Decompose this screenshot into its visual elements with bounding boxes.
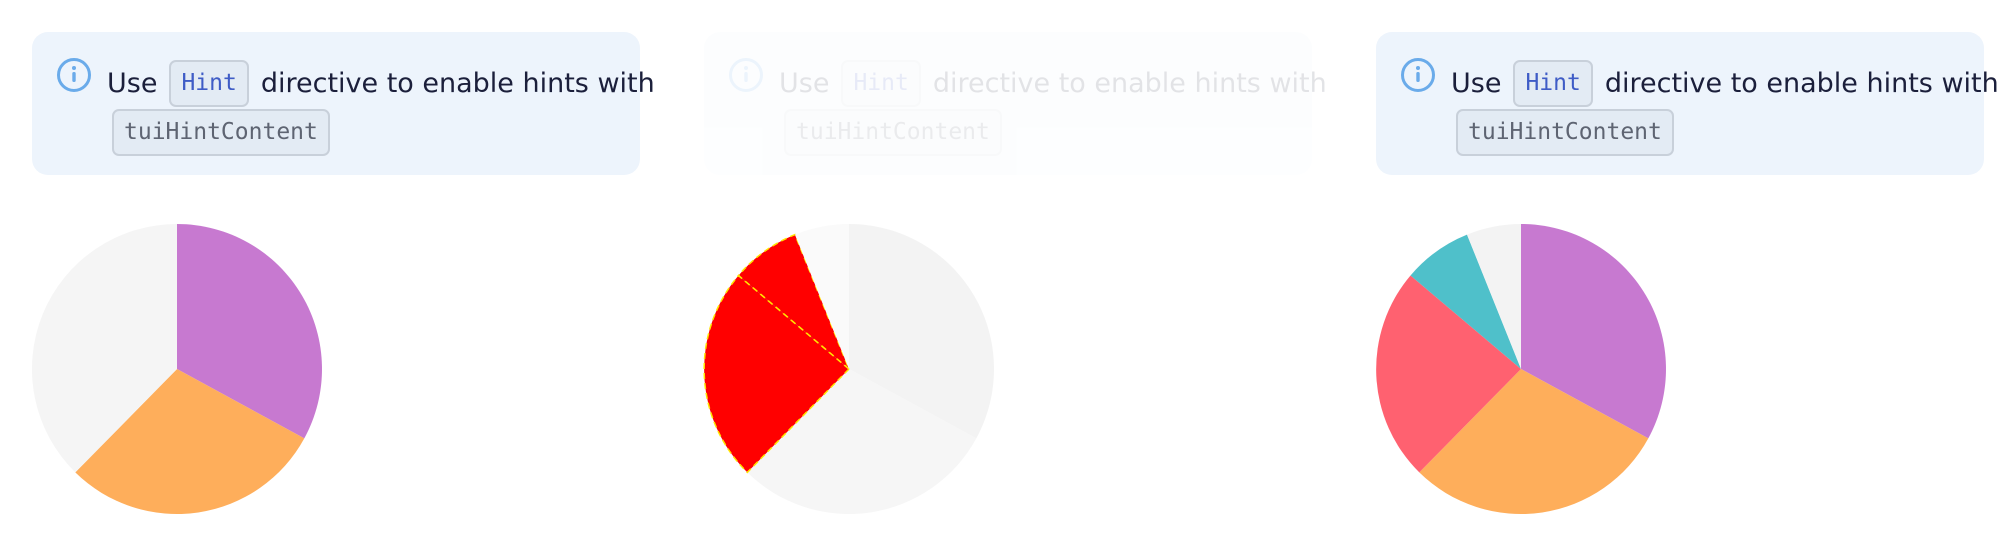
notice-use-word: Use — [779, 67, 830, 99]
notice-second-line: tuiHintContent — [1456, 107, 1674, 157]
pie-svg — [703, 224, 994, 515]
content-code-chip: tuiHintContent — [1456, 108, 1674, 156]
notice-second-line: tuiHintContent — [112, 107, 330, 157]
notice-second-line: tuiHintContent — [784, 107, 1002, 157]
notice-use-word: Use — [1451, 67, 1502, 99]
hint-notice: Use Hint directive to enable hints with … — [32, 32, 655, 175]
pie-chart — [1376, 224, 1666, 515]
hint-code-chip: Hint — [169, 59, 249, 107]
info-icon — [57, 58, 91, 92]
hint-notice: Use Hint directive to enable hints with … — [1376, 32, 1999, 175]
hint-code-chip: Hint — [841, 59, 921, 107]
notice-text-line: Use Hint directive to enable hints with — [1451, 58, 1999, 108]
notice-tail-text: directive to enable hints with — [1604, 67, 1999, 99]
pie-svg — [31, 223, 322, 515]
notice-tail-text: directive to enable hints with — [260, 67, 655, 99]
info-icon — [1401, 58, 1435, 92]
notice-use-word: Use — [107, 67, 158, 99]
hint-code-chip: Hint — [1513, 59, 1593, 107]
info-icon — [729, 58, 763, 92]
pie-svg — [1376, 224, 1666, 515]
hint-notice: Use Hint directive to enable hints with … — [704, 32, 1327, 175]
demo-stage: Use Hint directive to enable hints with … — [0, 0, 2016, 544]
content-code-chip: tuiHintContent — [112, 108, 330, 156]
demo-panel-2: Use Hint directive to enable hints with … — [672, 0, 1344, 544]
content-code-chip: tuiHintContent — [784, 108, 1002, 156]
pie-chart — [703, 224, 994, 515]
demo-panel-1: Use Hint directive to enable hints with … — [0, 0, 672, 544]
notice-text-line: Use Hint directive to enable hints with — [779, 58, 1327, 108]
demo-panel-3: Use Hint directive to enable hints with … — [1344, 0, 2016, 544]
pie-chart — [31, 223, 322, 515]
notice-tail-text: directive to enable hints with — [932, 67, 1327, 99]
notice-text-line: Use Hint directive to enable hints with — [107, 58, 655, 108]
